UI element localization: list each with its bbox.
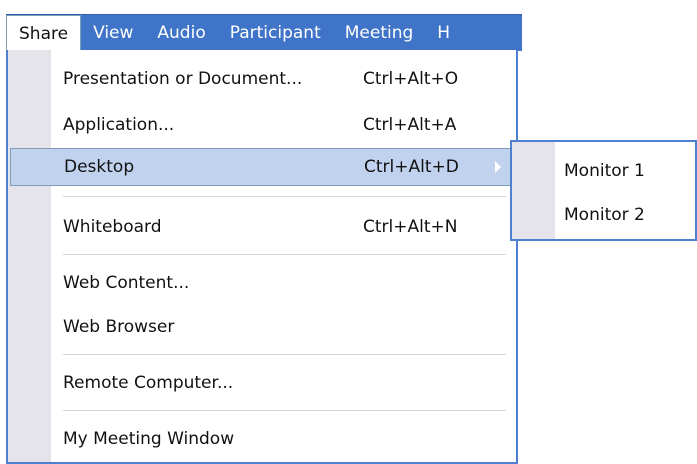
menu-help-label: H	[437, 23, 451, 43]
submenu-item-monitor-1[interactable]: Monitor 1	[512, 154, 695, 188]
menu-item-shortcut: Ctrl+Alt+N	[363, 217, 458, 237]
menu-bar: Share View Audio Participant Meeting H	[6, 14, 522, 51]
menu-item-label: Desktop	[64, 157, 135, 177]
menu-item-label: Remote Computer...	[63, 373, 234, 393]
menu-item-whiteboard[interactable]: Whiteboard Ctrl+Alt+N	[8, 210, 516, 244]
menu-separator	[63, 254, 506, 255]
submenu-item-monitor-2[interactable]: Monitor 2	[512, 198, 695, 232]
menu-view[interactable]: View	[81, 15, 145, 51]
submenu-arrow-icon	[495, 161, 501, 173]
menu-share[interactable]: Share	[6, 15, 82, 51]
menu-meeting[interactable]: Meeting	[333, 15, 426, 51]
menu-participant[interactable]: Participant	[218, 15, 333, 51]
menu-view-label: View	[93, 23, 134, 43]
menu-item-application[interactable]: Application... Ctrl+Alt+A	[8, 108, 516, 142]
menu-item-label: My Meeting Window	[63, 429, 235, 449]
menu-audio[interactable]: Audio	[145, 15, 217, 51]
share-dropdown: Presentation or Document... Ctrl+Alt+O A…	[6, 50, 518, 464]
menu-item-my-meeting-window[interactable]: My Meeting Window	[8, 422, 516, 456]
menu-separator	[63, 410, 506, 411]
menu-participant-label: Participant	[229, 23, 321, 43]
menu-item-presentation[interactable]: Presentation or Document... Ctrl+Alt+O	[8, 62, 516, 96]
submenu-item-label: Monitor 1	[564, 161, 645, 181]
menu-meeting-label: Meeting	[344, 23, 414, 43]
menu-help[interactable]: H	[425, 15, 450, 51]
menu-separator	[63, 196, 506, 197]
menu-item-remote-computer[interactable]: Remote Computer...	[8, 366, 516, 400]
menu-item-web-browser[interactable]: Web Browser	[8, 310, 516, 344]
menu-item-label: Application...	[63, 115, 175, 135]
menu-item-shortcut: Ctrl+Alt+A	[363, 115, 457, 135]
menu-item-label: Web Content...	[63, 273, 190, 293]
menu-item-shortcut: Ctrl+Alt+O	[363, 69, 459, 89]
menu-audio-label: Audio	[157, 23, 206, 43]
menu-item-label: Presentation or Document...	[63, 69, 303, 89]
menu-item-label: Web Browser	[63, 317, 175, 337]
menu-item-shortcut: Ctrl+Alt+D	[364, 157, 459, 177]
desktop-submenu: Monitor 1 Monitor 2	[510, 140, 697, 241]
menu-share-label: Share	[19, 23, 69, 44]
submenu-item-label: Monitor 2	[564, 205, 645, 225]
menu-item-desktop[interactable]: Desktop Ctrl+Alt+D	[10, 148, 514, 186]
menu-item-web-content[interactable]: Web Content...	[8, 266, 516, 300]
menu-item-label: Whiteboard	[63, 217, 162, 237]
menu-separator	[63, 354, 506, 355]
